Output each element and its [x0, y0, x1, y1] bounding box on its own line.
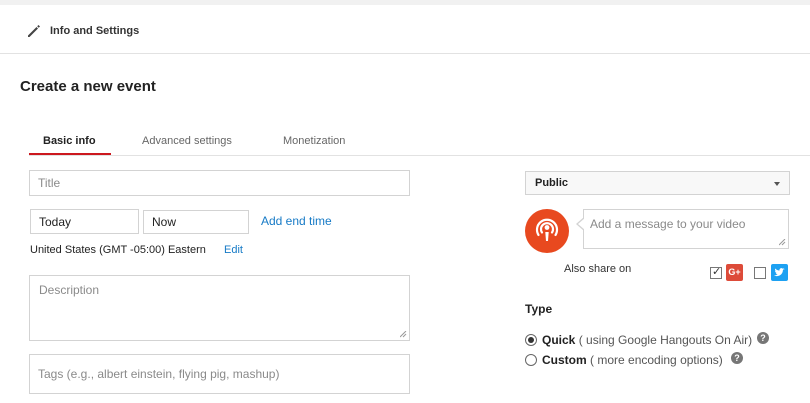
caret-down-icon: [774, 182, 780, 186]
checkmark-icon: ✓: [712, 266, 722, 278]
type-quick-detail: ( using Google Hangouts On Air): [578, 333, 753, 347]
type-quick-name: Quick: [542, 333, 576, 347]
privacy-value: Public: [535, 177, 569, 189]
start-date-input[interactable]: [30, 209, 139, 234]
twitter-checkbox[interactable]: [754, 267, 766, 279]
google-plus-checkbox[interactable]: ✓: [710, 266, 722, 279]
twitter-bird-icon: [774, 268, 785, 277]
timezone-edit-link[interactable]: Edit: [224, 244, 243, 256]
type-custom-name: Custom: [542, 353, 587, 367]
message-resize-grip-icon[interactable]: [779, 239, 786, 246]
top-bar-title: Info and Settings: [50, 25, 140, 37]
radio-selected-dot: [528, 337, 534, 343]
type-custom-detail: ( more encoding options): [590, 353, 723, 367]
event-panel: Info and Settings Create a new event Bas…: [0, 5, 810, 403]
add-end-time-link[interactable]: Add end time: [261, 214, 332, 228]
help-icon[interactable]: ?: [731, 352, 743, 364]
help-icon[interactable]: ?: [757, 332, 769, 344]
page-title: Create a new event: [20, 78, 156, 95]
description-input[interactable]: [29, 275, 410, 341]
privacy-select[interactable]: Public: [525, 171, 790, 195]
active-tab-indicator: [29, 153, 111, 155]
resize-grip-icon[interactable]: [400, 331, 407, 338]
type-custom-radio[interactable]: [525, 354, 537, 366]
tab-basic-info[interactable]: Basic info: [43, 135, 96, 147]
title-input[interactable]: [29, 170, 410, 196]
tab-bar: Basic info Advanced settings Monetizatio…: [29, 127, 810, 156]
also-share-label: Also share on: [564, 263, 632, 275]
tab-advanced-settings[interactable]: Advanced settings: [142, 135, 232, 147]
message-pointer-inner: [578, 218, 585, 230]
type-custom-label[interactable]: Custom ( more encoding options): [542, 353, 723, 367]
share-message-input[interactable]: [583, 209, 789, 249]
tags-input[interactable]: [29, 354, 410, 394]
top-bar: Info and Settings: [0, 5, 810, 54]
type-quick-radio[interactable]: [525, 334, 537, 346]
pencil-icon: [28, 25, 40, 37]
type-heading: Type: [525, 302, 553, 316]
timezone-label: United States (GMT -05:00) Eastern: [30, 244, 206, 256]
type-quick-label[interactable]: Quick ( using Google Hangouts On Air): [542, 333, 752, 347]
start-time-input[interactable]: [143, 210, 249, 234]
podcast-icon: [535, 218, 559, 241]
google-plus-icon[interactable]: G+: [726, 264, 743, 281]
twitter-icon[interactable]: [771, 264, 788, 281]
tab-monetization[interactable]: Monetization: [283, 135, 345, 147]
avatar: [525, 209, 569, 253]
